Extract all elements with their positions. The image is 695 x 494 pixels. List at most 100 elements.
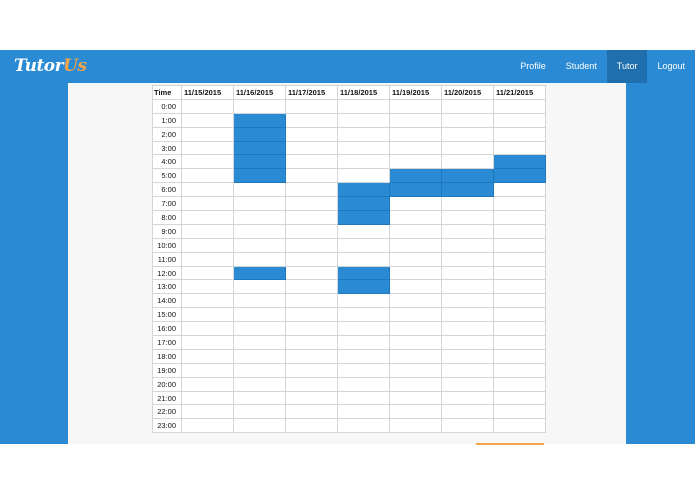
time-slot[interactable]: [337, 154, 390, 170]
time-slot[interactable]: [389, 279, 442, 295]
time-slot[interactable]: [285, 279, 338, 295]
time-slot[interactable]: [441, 196, 494, 212]
time-slot[interactable]: [337, 376, 390, 392]
time-slot[interactable]: [181, 307, 234, 323]
time-slot[interactable]: [181, 348, 234, 364]
time-slot[interactable]: [389, 335, 442, 350]
time-slot[interactable]: [493, 348, 546, 364]
time-slot[interactable]: [181, 168, 234, 184]
time-slot[interactable]: [233, 196, 286, 212]
time-slot[interactable]: [389, 140, 442, 156]
time-slot[interactable]: [285, 307, 338, 323]
time-slot[interactable]: [233, 237, 286, 253]
time-slot[interactable]: [493, 321, 546, 337]
time-slot-booked[interactable]: [233, 140, 286, 156]
time-slot[interactable]: [181, 390, 234, 406]
time-slot[interactable]: [285, 126, 338, 142]
time-slot[interactable]: [441, 376, 494, 392]
time-slot[interactable]: [233, 98, 286, 114]
time-slot[interactable]: [233, 418, 286, 434]
time-slot-booked[interactable]: [441, 168, 494, 184]
time-slot[interactable]: [285, 251, 338, 267]
time-slot[interactable]: [441, 112, 494, 128]
time-slot[interactable]: [389, 251, 442, 267]
time-slot[interactable]: [337, 237, 390, 253]
time-slot[interactable]: [493, 140, 546, 156]
time-slot[interactable]: [441, 154, 494, 170]
time-slot[interactable]: [441, 210, 494, 225]
time-slot[interactable]: [181, 237, 234, 253]
time-slot[interactable]: [181, 293, 234, 309]
time-slot[interactable]: [389, 237, 442, 253]
time-slot[interactable]: [493, 335, 546, 350]
time-slot[interactable]: [337, 223, 390, 239]
time-slot[interactable]: [285, 154, 338, 170]
time-slot[interactable]: [493, 265, 546, 281]
time-slot[interactable]: [441, 418, 494, 434]
time-slot[interactable]: [441, 98, 494, 114]
time-slot[interactable]: [441, 223, 494, 239]
time-slot[interactable]: [337, 348, 390, 364]
time-slot[interactable]: [441, 265, 494, 281]
time-slot[interactable]: [337, 98, 390, 114]
time-slot[interactable]: [441, 390, 494, 406]
time-slot[interactable]: [389, 418, 442, 434]
time-slot[interactable]: [493, 223, 546, 239]
time-slot[interactable]: [285, 223, 338, 239]
time-slot[interactable]: [493, 362, 546, 378]
time-slot[interactable]: [233, 335, 286, 350]
time-slot[interactable]: [285, 293, 338, 309]
time-slot[interactable]: [233, 293, 286, 309]
time-slot[interactable]: [285, 362, 338, 378]
time-slot[interactable]: [493, 237, 546, 253]
time-slot[interactable]: [181, 404, 234, 420]
time-slot-booked[interactable]: [337, 196, 390, 212]
time-slot[interactable]: [337, 251, 390, 267]
time-slot[interactable]: [337, 126, 390, 142]
time-slot-booked[interactable]: [337, 182, 390, 198]
time-slot[interactable]: [389, 196, 442, 212]
time-slot[interactable]: [493, 376, 546, 392]
time-slot[interactable]: [493, 126, 546, 142]
time-slot[interactable]: [337, 168, 390, 184]
time-slot[interactable]: [337, 140, 390, 156]
time-slot[interactable]: [181, 154, 234, 170]
nav-item-tutor[interactable]: Tutor: [606, 50, 648, 83]
time-slot[interactable]: [337, 418, 390, 434]
time-slot[interactable]: [337, 404, 390, 420]
time-slot[interactable]: [337, 293, 390, 309]
time-slot[interactable]: [181, 251, 234, 267]
time-slot[interactable]: [233, 223, 286, 239]
time-slot[interactable]: [493, 182, 546, 198]
time-slot[interactable]: [181, 418, 234, 434]
time-slot[interactable]: [493, 404, 546, 420]
time-slot-booked[interactable]: [493, 168, 546, 184]
time-slot[interactable]: [233, 279, 286, 295]
time-slot[interactable]: [181, 140, 234, 156]
time-slot[interactable]: [233, 210, 286, 225]
time-slot[interactable]: [181, 126, 234, 142]
time-slot[interactable]: [233, 321, 286, 337]
time-slot[interactable]: [441, 307, 494, 323]
time-slot[interactable]: [493, 98, 546, 114]
time-slot[interactable]: [441, 362, 494, 378]
time-slot[interactable]: [389, 126, 442, 142]
time-slot[interactable]: [285, 196, 338, 212]
time-slot[interactable]: [389, 390, 442, 406]
time-slot[interactable]: [285, 348, 338, 364]
time-slot[interactable]: [181, 265, 234, 281]
time-slot[interactable]: [181, 182, 234, 198]
time-slot[interactable]: [285, 168, 338, 184]
time-slot-booked[interactable]: [233, 265, 286, 281]
time-slot[interactable]: [181, 376, 234, 392]
time-slot[interactable]: [285, 265, 338, 281]
time-slot[interactable]: [181, 321, 234, 337]
time-slot[interactable]: [389, 154, 442, 170]
time-slot-booked[interactable]: [441, 182, 494, 198]
time-slot[interactable]: [337, 321, 390, 337]
time-slot-booked[interactable]: [337, 265, 390, 281]
time-slot[interactable]: [285, 237, 338, 253]
time-slot[interactable]: [441, 321, 494, 337]
time-slot[interactable]: [493, 112, 546, 128]
time-slot[interactable]: [389, 362, 442, 378]
